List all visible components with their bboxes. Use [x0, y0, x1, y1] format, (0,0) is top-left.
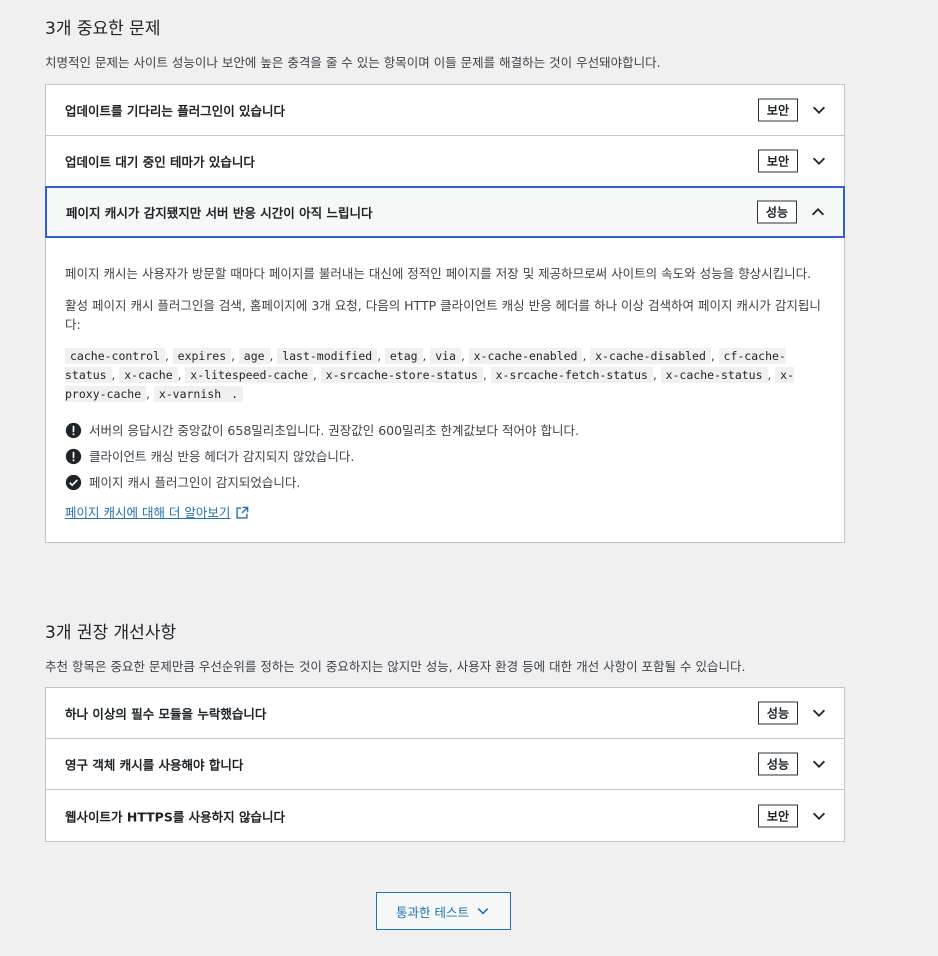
chevron-down-icon — [477, 908, 489, 915]
header-code: age — [238, 348, 270, 364]
header-code: cache-control — [65, 348, 166, 364]
header-code: etag — [384, 348, 423, 364]
critical-panel: 업데이트를 기다리는 플러그인이 있습니다 보안 업데이트 대기 중인 테마가 … — [45, 84, 845, 543]
issue-row-object-cache[interactable]: 영구 객체 캐시를 사용해야 합니다 성능 — [46, 739, 844, 790]
issue-label: 페이지 캐시가 감지됐지만 서버 반응 시간이 아직 느립니다 — [66, 205, 373, 221]
chevron-down-icon[interactable] — [810, 101, 828, 119]
check-text: 서버의 응답시간 중앙값이 658밀리초입니다. 권장값인 600밀리초 한계값… — [89, 422, 579, 438]
passed-tests-button[interactable]: 통과한 테스트 — [376, 892, 511, 930]
header-code: x-cache-disabled — [590, 348, 711, 364]
header-list: cache-control, expires, age, last-modifi… — [65, 348, 795, 402]
security-badge: 보안 — [757, 804, 798, 827]
issue-row-themes[interactable]: 업데이트 대기 중인 테마가 있습니다 보안 — [46, 136, 844, 187]
recommended-description-wrap: 추천 항목은 중요한 문제만큼 우선순위를 정하는 것이 중요하지는 않지만 성… — [45, 656, 845, 675]
header-code: x-cache-enabled — [468, 348, 583, 364]
issue-label: 업데이트를 기다리는 플러그인이 있습니다 — [65, 103, 286, 119]
header-code: x-litespeed-cache — [185, 367, 313, 383]
external-link-icon — [236, 506, 249, 519]
issue-row-plugins[interactable]: 업데이트를 기다리는 플러그인이 있습니다 보안 — [46, 85, 844, 136]
learn-more-link[interactable]: 페이지 캐시에 대해 더 알아보기 — [65, 503, 249, 522]
critical-title: 3개 중요한 문제 — [45, 19, 161, 39]
critical-section: 3개 중요한 문제 — [45, 14, 845, 39]
issue-row-https[interactable]: 웹사이트가 HTTPS를 사용하지 않습니다 보안 — [46, 790, 844, 841]
header-code: x-varnish — [153, 386, 227, 402]
details-paragraph-2: 활성 페이지 캐시 플러그인을 검색, 홈페이지에 3개 요청, 다음의 HTT… — [65, 298, 821, 332]
chevron-down-icon[interactable] — [810, 807, 828, 825]
chevron-down-icon[interactable] — [810, 152, 828, 170]
recommended-description: 추천 항목은 중요한 문제만큼 우선순위를 정하는 것이 중요하지는 않지만 성… — [45, 659, 746, 674]
check-text: 페이지 캐시 플러그인이 감지되었습니다. — [89, 474, 301, 490]
issue-label: 하나 이상의 필수 모듈을 누락했습니다 — [65, 706, 267, 722]
passed-tests-label: 통과한 테스트 — [396, 904, 469, 920]
recommended-section: 3개 권장 개선사항 — [45, 618, 845, 643]
learn-more-text: 페이지 캐시에 대해 더 알아보기 — [65, 505, 231, 520]
performance-badge: 성능 — [757, 752, 798, 776]
chevron-up-icon[interactable] — [809, 203, 827, 221]
header-code: via — [430, 348, 461, 364]
check-item: 서버의 응답시간 중앙값이 658밀리초입니다. 권장값인 600밀리초 한계값… — [65, 417, 825, 443]
details-paragraph-1: 페이지 캐시는 사용자가 방문할 때마다 페이지를 불러내는 대신에 정적인 페… — [65, 266, 812, 281]
issue-row-page-cache[interactable]: 페이지 캐시가 감지됐지만 서버 반응 시간이 아직 느립니다 성능 — [45, 186, 845, 238]
critical-description: 치명적인 문제는 사이트 성능이나 보안에 높은 충격을 줄 수 있는 항목이며… — [45, 55, 661, 70]
issue-label: 웹사이트가 HTTPS를 사용하지 않습니다 — [65, 809, 286, 824]
header-code: x-cache-status — [660, 367, 768, 383]
header-code: last-modified — [277, 348, 378, 364]
recommended-panel: 하나 이상의 필수 모듈을 누락했습니다 성능 영구 객체 캐시를 사용해야 합… — [45, 687, 845, 842]
recommended-title: 3개 권장 개선사항 — [45, 623, 177, 643]
performance-badge: 성능 — [757, 701, 798, 725]
header-code: x-cache — [119, 367, 178, 383]
check-text: 클라이언트 캐싱 반응 헤더가 감지되지 않았습니다. — [89, 448, 355, 464]
issue-label: 업데이트 대기 중인 테마가 있습니다 — [65, 154, 255, 170]
chevron-down-icon[interactable] — [810, 704, 828, 722]
header-code: x-srcache-store-status — [320, 367, 483, 383]
security-badge: 보안 — [757, 98, 798, 122]
check-item: 클라이언트 캐싱 반응 헤더가 감지되지 않았습니다. — [65, 443, 825, 469]
issue-details: 페이지 캐시는 사용자가 방문할 때마다 페이지를 불러내는 대신에 정적인 페… — [46, 238, 844, 542]
success-icon — [65, 474, 82, 490]
security-badge: 보안 — [757, 149, 798, 173]
check-item: 페이지 캐시 플러그인이 감지되었습니다. — [65, 469, 825, 495]
issue-row-modules[interactable]: 하나 이상의 필수 모듈을 누락했습니다 성능 — [46, 688, 844, 739]
error-icon — [65, 448, 82, 464]
header-code: expires — [172, 348, 232, 364]
chevron-down-icon[interactable] — [810, 755, 828, 773]
issue-label: 영구 객체 캐시를 사용해야 합니다 — [65, 757, 244, 773]
performance-badge: 성능 — [756, 200, 797, 224]
header-code: x-srcache-fetch-status — [490, 367, 653, 383]
critical-description-wrap: 치명적인 문제는 사이트 성능이나 보안에 높은 충격을 줄 수 있는 항목이며… — [45, 52, 845, 71]
error-icon — [65, 422, 82, 438]
